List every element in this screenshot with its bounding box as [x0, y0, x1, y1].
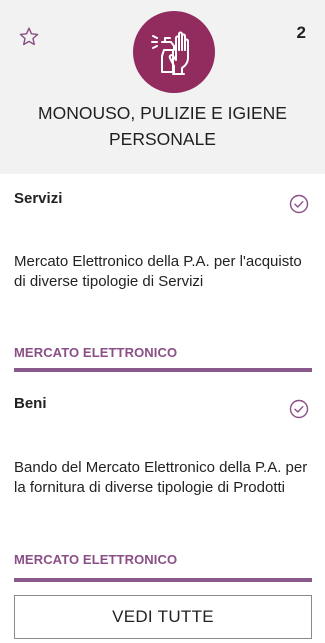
category-title: MONOUSO, PULIZIE E IGIENE PERSONALE: [38, 103, 287, 149]
star-icon[interactable]: [17, 25, 41, 49]
card-title: Beni: [14, 395, 47, 412]
card-title: Servizi: [14, 190, 63, 207]
see-all-button[interactable]: VEDI TUTTE: [14, 595, 312, 639]
category-count: 2: [296, 23, 306, 42]
card-servizi[interactable]: Servizi Mercato Elettronico della P.A. p…: [14, 180, 312, 372]
category-header: 2 MONOUSO, PULIZIE E IGIENE PERSONALE: [0, 0, 325, 174]
card-beni[interactable]: Beni Bando del Mercato Elettronico della…: [14, 385, 312, 582]
card-description: Bando del Mercato Elettronico della P.A.…: [14, 459, 308, 496]
cleaning-spray-gloves-icon: [151, 31, 189, 75]
card-description: Mercato Elettronico della P.A. per l'acq…: [14, 253, 302, 290]
check-circle-icon[interactable]: [288, 193, 310, 215]
check-circle-icon[interactable]: [288, 398, 310, 420]
category-badge: [133, 11, 215, 93]
card-link-mercato-elettronico[interactable]: MERCATO ELETTRONICO: [14, 345, 177, 360]
card-link-mercato-elettronico[interactable]: MERCATO ELETTRONICO: [14, 552, 177, 567]
